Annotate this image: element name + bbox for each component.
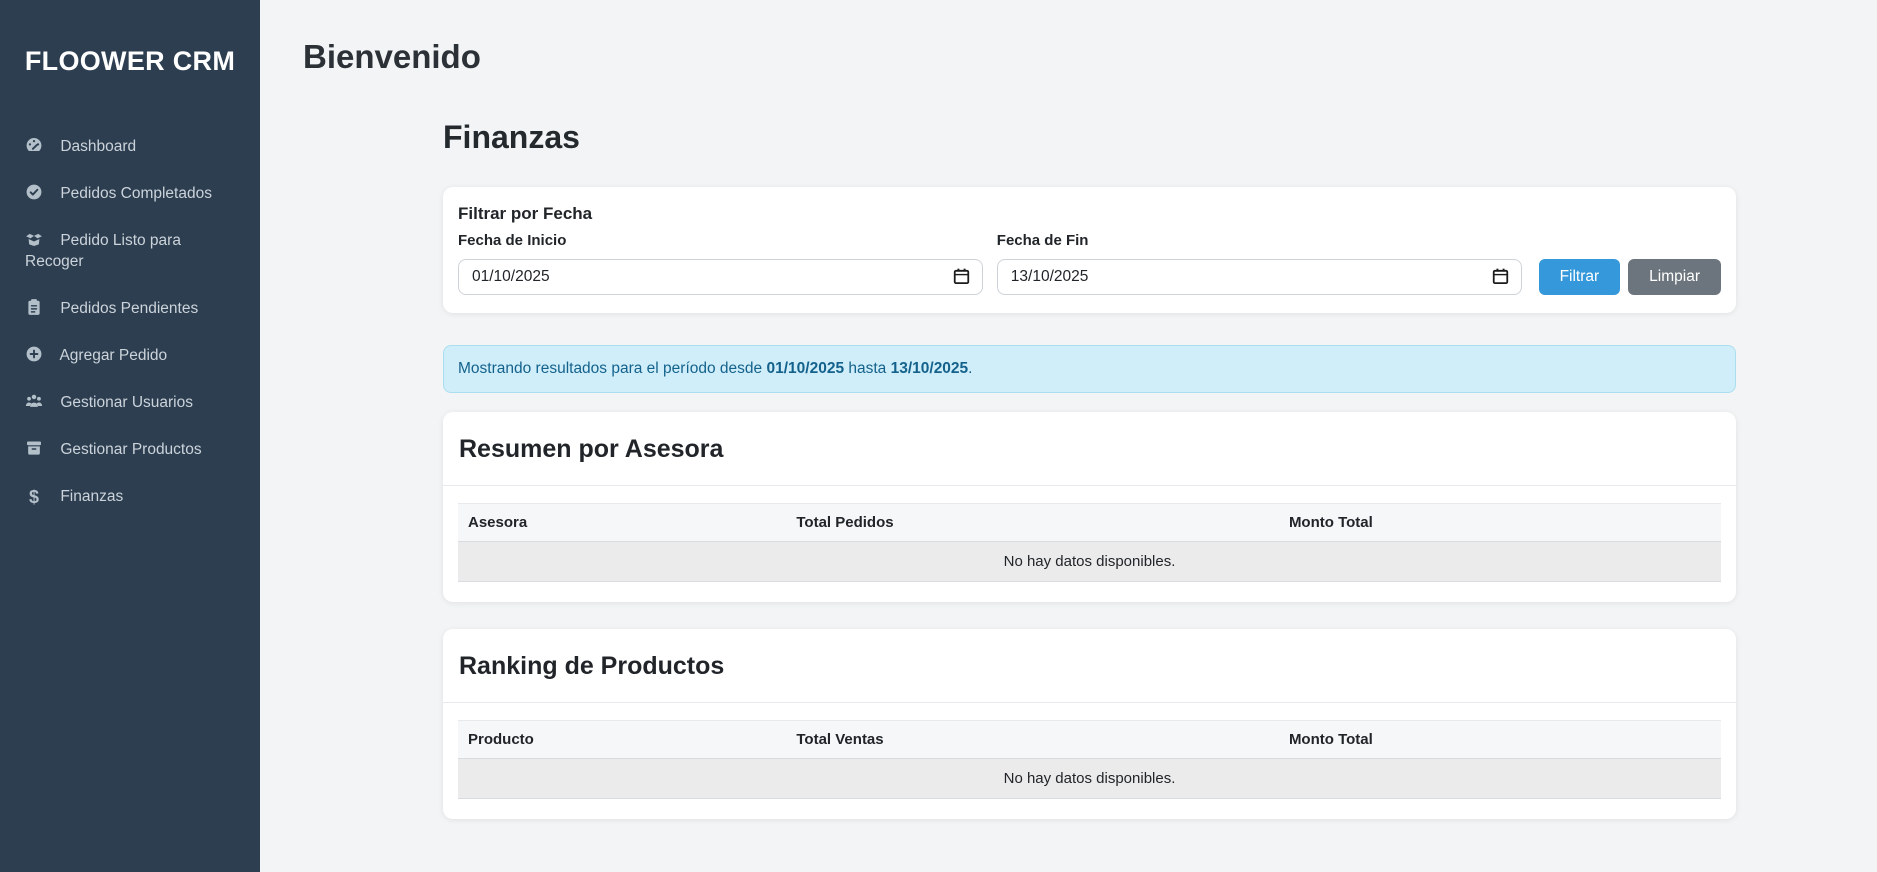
sidebar-item-gestionar-productos[interactable]: Gestionar Productos <box>0 426 260 473</box>
sidebar-item-pedidos-completados[interactable]: Pedidos Completados <box>0 170 260 217</box>
sidebar: FLOOWER CRM Dashboard Pedidos Completado… <box>0 0 260 872</box>
plus-circle-icon <box>25 345 43 363</box>
gauge-icon <box>25 136 43 154</box>
filter-row: Fecha de Inicio Fecha de Fin Filtrar <box>458 232 1721 295</box>
empty-state-text: No hay datos disponibles. <box>458 542 1721 582</box>
ranking-productos-card: Ranking de Productos Producto Total Vent… <box>443 629 1736 819</box>
end-date-wrap <box>997 259 1522 295</box>
alert-date-from: 01/10/2025 <box>766 360 844 377</box>
sidebar-item-agregar-pedido[interactable]: Agregar Pedido <box>0 332 260 379</box>
filter-buttons: Filtrar Limpiar <box>1536 259 1721 295</box>
main-content: Bienvenido Finanzas Filtrar por Fecha Fe… <box>260 0 1877 819</box>
box-open-icon <box>25 230 43 248</box>
end-date-field: Fecha de Fin <box>997 232 1522 295</box>
section-title: Finanzas <box>443 117 1736 157</box>
sidebar-item-dashboard[interactable]: Dashboard <box>0 123 260 170</box>
column-header: Asesora <box>458 504 786 542</box>
filter-card: Filtrar por Fecha Fecha de Inicio Fecha … <box>443 187 1736 313</box>
start-date-field: Fecha de Inicio <box>458 232 983 295</box>
calendar-icon[interactable] <box>1491 267 1510 286</box>
table-row: No hay datos disponibles. <box>458 759 1721 799</box>
sidebar-item-pedidos-pendientes[interactable]: Pedidos Pendientes <box>0 285 260 332</box>
sidebar-item-label: Pedidos Pendientes <box>60 300 198 317</box>
table-header-row: Producto Total Ventas Monto Total <box>458 721 1721 759</box>
resumen-asesora-card: Resumen por Asesora Asesora Total Pedido… <box>443 412 1736 602</box>
clipboard-list-icon <box>25 298 43 316</box>
filtrar-button[interactable]: Filtrar <box>1539 259 1621 295</box>
filter-title: Filtrar por Fecha <box>458 203 1721 225</box>
sidebar-item-label: Pedido Listo para Recoger <box>25 232 181 270</box>
calendar-icon[interactable] <box>952 267 971 286</box>
empty-state-text: No hay datos disponibles. <box>458 759 1721 799</box>
resumen-card-title: Resumen por Asesora <box>459 433 1720 466</box>
results-period-alert: Mostrando resultados para el período des… <box>443 345 1736 393</box>
alert-text: hasta <box>844 360 891 377</box>
check-circle-icon <box>25 183 43 201</box>
table-row: No hay datos disponibles. <box>458 542 1721 582</box>
page-title: Bienvenido <box>303 36 1877 77</box>
column-header: Producto <box>458 721 786 759</box>
sidebar-item-finanzas[interactable]: $ Finanzas <box>0 473 260 521</box>
end-date-input[interactable] <box>997 259 1522 295</box>
resumen-card-header: Resumen por Asesora <box>443 412 1736 486</box>
column-header: Total Ventas <box>786 721 1279 759</box>
alert-text: . <box>968 360 972 377</box>
sidebar-item-label: Gestionar Usuarios <box>60 394 193 411</box>
dollar-icon: $ <box>25 487 43 508</box>
sidebar-item-label: Finanzas <box>60 488 123 505</box>
start-date-input[interactable] <box>458 259 983 295</box>
ranking-card-body: Producto Total Ventas Monto Total No hay… <box>443 703 1736 819</box>
sidebar-item-label: Gestionar Productos <box>60 441 201 458</box>
sidebar-item-label: Agregar Pedido <box>59 347 167 364</box>
column-header: Monto Total <box>1279 504 1721 542</box>
alert-date-to: 13/10/2025 <box>891 360 969 377</box>
sidebar-item-gestionar-usuarios[interactable]: Gestionar Usuarios <box>0 379 260 426</box>
app-brand: FLOOWER CRM <box>0 0 260 77</box>
end-date-label: Fecha de Fin <box>997 232 1522 250</box>
resumen-table: Asesora Total Pedidos Monto Total No hay… <box>458 503 1721 582</box>
table-header-row: Asesora Total Pedidos Monto Total <box>458 504 1721 542</box>
resumen-card-body: Asesora Total Pedidos Monto Total No hay… <box>443 486 1736 602</box>
finanzas-section: Finanzas Filtrar por Fecha Fecha de Inic… <box>443 117 1736 819</box>
start-date-wrap <box>458 259 983 295</box>
column-header: Total Pedidos <box>786 504 1279 542</box>
sidebar-item-pedido-listo[interactable]: Pedido Listo para Recoger <box>0 217 260 285</box>
sidebar-nav: Dashboard Pedidos Completados Pedido Lis… <box>0 123 260 521</box>
ranking-card-header: Ranking de Productos <box>443 629 1736 703</box>
users-icon <box>25 392 43 410</box>
start-date-label: Fecha de Inicio <box>458 232 983 250</box>
column-header: Monto Total <box>1279 721 1721 759</box>
alert-text: Mostrando resultados para el período des… <box>458 360 766 377</box>
sidebar-item-label: Pedidos Completados <box>60 185 212 202</box>
box-icon <box>25 439 43 457</box>
limpiar-button[interactable]: Limpiar <box>1628 259 1721 295</box>
sidebar-item-label: Dashboard <box>60 138 136 155</box>
ranking-card-title: Ranking de Productos <box>459 650 1720 683</box>
ranking-table: Producto Total Ventas Monto Total No hay… <box>458 720 1721 799</box>
